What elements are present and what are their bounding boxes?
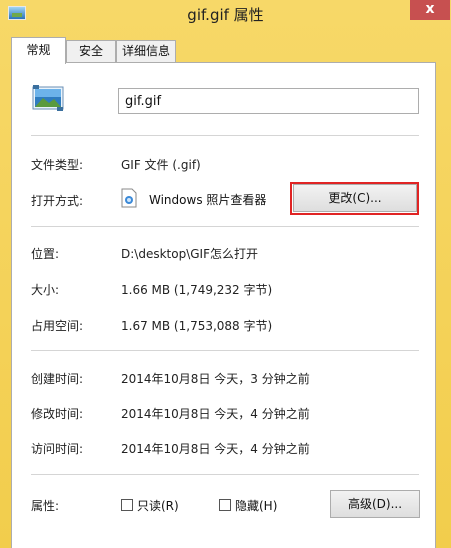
divider: [31, 350, 419, 351]
window-title: gif.gif 属性: [187, 6, 264, 24]
file-type-value: GIF 文件 (.gif): [121, 158, 201, 172]
modified-label: 修改时间:: [31, 407, 84, 421]
tab-general[interactable]: 常规: [11, 37, 66, 64]
size-on-disk-label: 占用空间:: [31, 319, 84, 333]
tab-details[interactable]: 详细信息: [116, 40, 176, 62]
accessed-label: 访问时间:: [31, 442, 84, 456]
readonly-label[interactable]: 只读(R): [137, 497, 179, 514]
divider: [31, 135, 419, 136]
photo-viewer-icon: [121, 188, 137, 208]
advanced-button[interactable]: 高级(D)...: [330, 490, 420, 518]
size-value: 1.66 MB (1,749,232 字节): [121, 283, 273, 297]
size-label: 大小:: [31, 283, 60, 297]
modified-value: 2014年10月8日 今天，4 分钟之前: [121, 407, 310, 421]
close-button[interactable]: x: [410, 0, 450, 20]
created-label: 创建时间:: [31, 372, 84, 386]
opens-with-app: Windows 照片查看器: [149, 193, 267, 207]
title-bar[interactable]: gif.gif 属性 x: [0, 0, 451, 28]
file-name-input[interactable]: [118, 88, 419, 114]
accessed-value: 2014年10月8日 今天，4 分钟之前: [121, 442, 310, 456]
change-button[interactable]: 更改(C)...: [293, 184, 417, 212]
location-value: D:\desktop\GIF怎么打开: [121, 247, 258, 261]
image-file-icon: [32, 85, 64, 111]
attributes-label: 属性:: [31, 499, 60, 513]
divider: [31, 474, 419, 475]
location-label: 位置:: [31, 247, 60, 261]
hidden-label[interactable]: 隐藏(H): [235, 497, 277, 514]
divider: [31, 226, 419, 227]
readonly-checkbox[interactable]: [121, 499, 133, 511]
size-on-disk-value: 1.67 MB (1,753,088 字节): [121, 319, 273, 333]
close-icon: x: [425, 1, 435, 17]
opens-with-label: 打开方式:: [31, 194, 84, 208]
tab-security[interactable]: 安全: [66, 40, 116, 62]
file-type-label: 文件类型:: [31, 158, 84, 172]
hidden-checkbox[interactable]: [219, 499, 231, 511]
created-value: 2014年10月8日 今天，3 分钟之前: [121, 372, 310, 386]
